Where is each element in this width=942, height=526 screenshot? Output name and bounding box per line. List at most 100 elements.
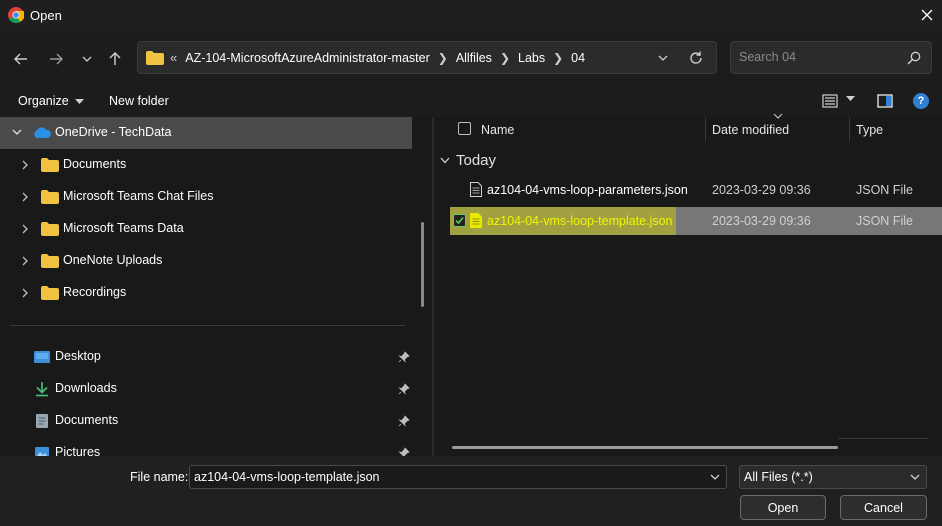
quick-access-pictures[interactable]: Pictures (0, 437, 412, 456)
overflow-chevron[interactable]: « (170, 50, 177, 65)
search-icon (907, 51, 921, 65)
quick-access-downloads[interactable]: Downloads (0, 373, 412, 405)
file-row[interactable]: az104-04-vms-loop-parameters.json 2023-0… (450, 176, 942, 204)
caret-down-icon (74, 98, 84, 104)
column-header-name[interactable]: Name (481, 123, 514, 137)
sidebar-item-label: Microsoft Teams Chat Files (63, 189, 214, 203)
file-type: JSON File (856, 183, 913, 197)
help-icon[interactable]: ? (913, 93, 929, 109)
refresh-icon[interactable] (688, 50, 704, 66)
sidebar-item-teams-chat-files[interactable]: Microsoft Teams Chat Files (0, 181, 412, 213)
breadcrumb-item[interactable]: AZ-104-MicrosoftAzureAdministrator-maste… (185, 51, 430, 65)
window-title: Open (30, 8, 62, 23)
sidebar-divider (10, 325, 405, 326)
cancel-button[interactable]: Cancel (840, 495, 927, 520)
chevron-down-icon (440, 157, 450, 164)
breadcrumb-separator-icon[interactable]: ❯ (500, 51, 510, 65)
folder-icon (41, 158, 59, 172)
open-button[interactable]: Open (740, 495, 826, 520)
close-button[interactable] (912, 0, 942, 30)
pin-icon[interactable] (398, 351, 410, 363)
file-name-combo[interactable] (189, 465, 727, 489)
document-icon (36, 414, 48, 428)
sidebar-item-label: Documents (63, 157, 127, 171)
breadcrumb-separator-icon[interactable]: ❯ (553, 51, 563, 65)
quick-access-documents[interactable]: Documents (0, 405, 412, 437)
recent-locations-button[interactable] (76, 48, 98, 70)
scroll-track-line (838, 438, 928, 439)
pin-icon[interactable] (398, 447, 410, 456)
arrow-up-icon (109, 52, 121, 65)
up-button[interactable] (104, 48, 126, 70)
folder-icon (41, 222, 59, 236)
back-button[interactable] (10, 48, 32, 70)
view-options-icon[interactable] (822, 93, 838, 109)
chrome-app-icon (8, 7, 24, 23)
sort-chevron-icon (773, 113, 783, 119)
quick-access-label: Desktop (55, 349, 101, 363)
column-divider[interactable] (849, 117, 850, 141)
chevron-right-icon[interactable] (20, 255, 30, 267)
column-header-type[interactable]: Type (856, 123, 883, 137)
column-divider[interactable] (705, 117, 706, 141)
quick-access-label: Documents (55, 413, 119, 427)
chevron-down-icon[interactable] (12, 128, 22, 136)
quick-access-label: Pictures (55, 445, 101, 456)
row-checkbox-checked[interactable] (453, 214, 466, 227)
pictures-icon (35, 447, 49, 456)
close-icon (921, 9, 933, 21)
file-type-select[interactable]: All Files (*.*) (739, 465, 927, 489)
address-bar[interactable]: « AZ-104-MicrosoftAzureAdministrator-mas… (137, 41, 717, 74)
quick-access-desktop[interactable]: Desktop (0, 341, 412, 373)
sidebar-item-label: OneDrive - TechData (55, 125, 172, 139)
sidebar-item-onedrive[interactable]: OneDrive - TechData (0, 117, 412, 149)
address-dropdown-icon[interactable] (656, 51, 670, 65)
pin-icon[interactable] (398, 415, 410, 427)
sidebar-item-label: OneNote Uploads (63, 253, 163, 267)
chevron-down-icon[interactable] (710, 472, 720, 482)
breadcrumb-item[interactable]: 04 (571, 51, 585, 65)
chevron-right-icon[interactable] (20, 223, 30, 235)
chevron-right-icon[interactable] (20, 287, 30, 299)
chevron-down-icon (910, 474, 920, 480)
sidebar-item-label: Recordings (63, 285, 127, 299)
breadcrumb-item[interactable]: Allfiles (456, 51, 492, 65)
organize-button[interactable]: Organize (18, 94, 84, 108)
horizontal-scrollbar[interactable] (452, 446, 838, 449)
sidebar-scrollbar[interactable] (421, 222, 424, 307)
title-bar (0, 0, 942, 32)
caret-down-icon[interactable] (846, 96, 855, 101)
file-name: az104-04-vms-loop-parameters.json (487, 183, 688, 197)
chevron-right-icon[interactable] (20, 191, 30, 203)
select-all-checkbox[interactable] (458, 122, 471, 135)
file-type: JSON File (856, 214, 913, 228)
chevron-down-icon (82, 56, 92, 62)
file-row-selected[interactable]: az104-04-vms-loop-template.json 2023-03-… (450, 207, 942, 235)
breadcrumb-separator-icon[interactable]: ❯ (438, 51, 448, 65)
column-header-date[interactable]: Date modified (712, 123, 789, 137)
organize-label: Organize (18, 94, 69, 108)
new-folder-button[interactable]: New folder (109, 94, 169, 108)
breadcrumb-item[interactable]: Labs (518, 51, 545, 65)
search-box[interactable] (730, 41, 932, 74)
file-name-input[interactable] (194, 470, 694, 484)
file-name: az104-04-vms-loop-template.json (487, 214, 673, 228)
file-type-value: All Files (*.*) (744, 470, 813, 484)
folder-icon (41, 286, 59, 300)
search-input[interactable] (739, 50, 899, 64)
arrow-right-icon (50, 53, 63, 65)
forward-button[interactable] (45, 48, 67, 70)
folder-icon (41, 254, 59, 268)
group-header-today[interactable]: Today (440, 152, 496, 169)
sidebar-item-recordings[interactable]: Recordings (0, 277, 412, 309)
chevron-right-icon[interactable] (20, 159, 30, 171)
sidebar-item-teams-data[interactable]: Microsoft Teams Data (0, 213, 412, 245)
sidebar-item-onenote-uploads[interactable]: OneNote Uploads (0, 245, 412, 277)
pin-icon[interactable] (398, 383, 410, 395)
sidebar-item-documents[interactable]: Documents (0, 149, 412, 181)
sidebar-item-label: Microsoft Teams Data (63, 221, 184, 235)
file-name-label: File name: (130, 470, 189, 484)
quick-access-label: Downloads (55, 381, 117, 395)
folder-icon (146, 50, 164, 65)
preview-pane-icon[interactable] (877, 93, 893, 109)
